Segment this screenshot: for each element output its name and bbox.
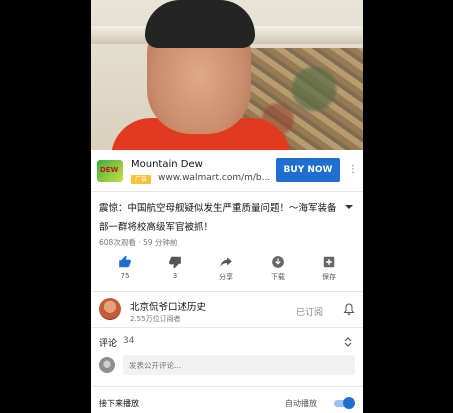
download-icon [272, 256, 284, 268]
expand-collapse-icon[interactable] [343, 336, 353, 348]
save-button[interactable]: 保存 [309, 255, 349, 285]
upload-time: 59 分钟前 [143, 238, 178, 247]
autoplay-toggle[interactable] [334, 397, 355, 409]
video-person-hair [145, 0, 255, 48]
ad-thumbnail-text: DEW [100, 166, 119, 174]
dislike-count: 3 [172, 272, 178, 280]
download-button[interactable]: 下载 [258, 255, 298, 285]
view-count: 608次观看 [99, 238, 136, 247]
divider [91, 291, 363, 292]
bell-icon[interactable] [343, 303, 355, 316]
like-count: 75 [120, 272, 130, 280]
channel-avatar[interactable] [99, 298, 121, 320]
video-player[interactable] [91, 0, 363, 150]
ad-thumbnail[interactable]: DEW [97, 160, 123, 182]
divider [91, 191, 363, 192]
more-options-icon[interactable]: ⋮ [348, 162, 358, 178]
autoplay-label: 自动播放 [285, 399, 317, 408]
ad-title[interactable]: Mountain Dew [131, 159, 203, 170]
comments-count: 34 [123, 336, 135, 346]
share-button[interactable]: 分享 [206, 255, 246, 285]
comments-label[interactable]: 评论 [99, 336, 117, 349]
up-next-label: 接下来播放 [99, 399, 139, 408]
dislike-button[interactable]: 3 [155, 255, 195, 285]
chevron-down-icon[interactable] [343, 201, 355, 213]
subscribed-button[interactable]: 已订阅 [296, 305, 323, 318]
ad-url[interactable]: www.walmart.com/m/b... [158, 173, 270, 183]
subscriber-count: 2.55万位订阅者 [130, 315, 181, 323]
download-label: 下载 [271, 273, 285, 281]
video-meta: 608次观看 · 59 分钟前 [99, 237, 177, 248]
save-icon [323, 256, 335, 268]
share-icon [220, 257, 232, 268]
share-label: 分享 [219, 273, 233, 281]
thumbs-down-icon [169, 256, 181, 269]
divider [91, 327, 363, 328]
video-title[interactable]: 震惊：中国航空母舰疑似发生严重质量问题！～海军装备部一群将校高级军官被抓！ [99, 199, 341, 237]
meta-separator: · [138, 238, 141, 247]
thumbs-up-icon [119, 255, 131, 268]
channel-name[interactable]: 北京侃爷口述历史 [130, 299, 206, 313]
comment-input[interactable] [123, 355, 355, 375]
divider [91, 386, 363, 387]
phone-screen: DEW Mountain Dew 广告 www.walmart.com/m/b.… [91, 0, 363, 413]
ad-banner[interactable]: DEW Mountain Dew 广告 www.walmart.com/m/b.… [91, 152, 363, 190]
like-button[interactable]: 75 [105, 255, 145, 285]
save-label: 保存 [322, 273, 336, 281]
toggle-knob [343, 397, 355, 409]
buy-now-button[interactable]: BUY NOW [276, 158, 340, 182]
ad-badge: 广告 [131, 175, 151, 184]
user-avatar [99, 357, 115, 373]
